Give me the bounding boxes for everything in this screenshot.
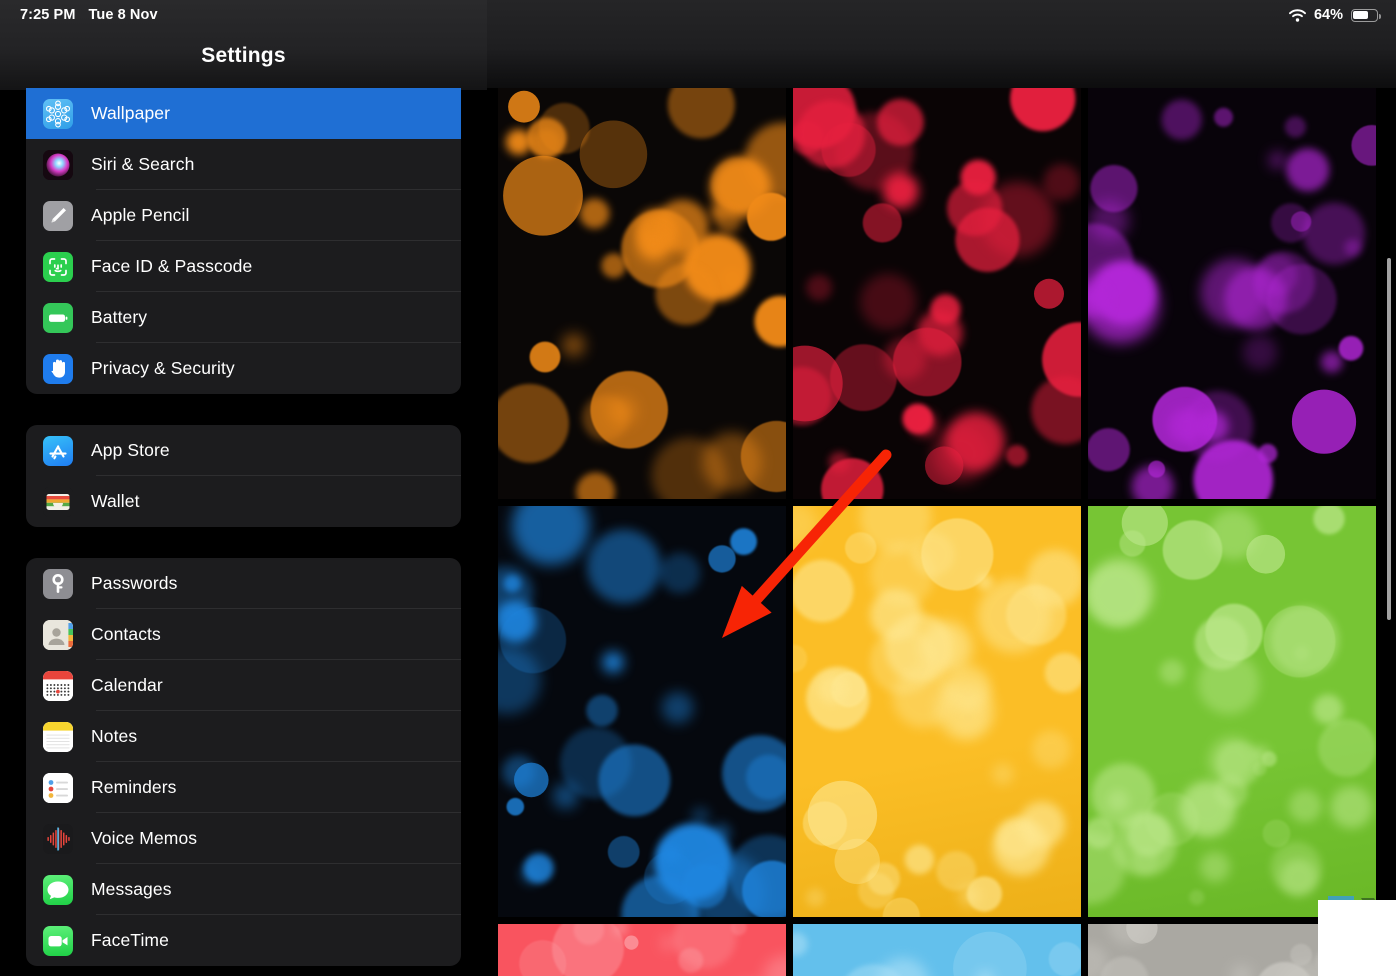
detail-navbar — [487, 0, 1396, 88]
wallpaper-thumb-dynamic-red[interactable] — [793, 88, 1081, 499]
wallpaper-detail-panel: Choose Dynamic GADGET — [487, 0, 1396, 976]
sidebar-item-label: Wallet — [91, 491, 140, 511]
apple-pencil-icon — [43, 200, 73, 231]
battery-settings-icon — [43, 302, 73, 333]
notes-icon — [43, 721, 73, 752]
wallpaper-thumb-dynamic-orange[interactable] — [498, 88, 786, 499]
wallet-icon — [43, 486, 73, 517]
sidebar-group-store-group: App Store Wallet — [26, 425, 461, 527]
sidebar-item-label: Contacts — [91, 624, 161, 644]
wallpaper-preview — [793, 88, 1081, 499]
contacts-icon — [43, 619, 73, 650]
wallpaper-preview — [793, 506, 1081, 917]
wallpaper-preview — [498, 88, 786, 499]
reminders-icon — [43, 772, 73, 803]
sidebar-item-apple-pencil[interactable]: Apple Pencil — [26, 190, 461, 241]
sidebar-item-passwords[interactable]: Passwords — [26, 558, 461, 609]
sidebar-item-voice-memos[interactable]: Voice Memos — [26, 813, 461, 864]
sidebar-item-facetime[interactable]: FaceTime — [26, 915, 461, 966]
sidebar-item-label: FaceTime — [91, 930, 169, 950]
sidebar-item-contacts[interactable]: Contacts — [26, 609, 461, 660]
wallpaper-thumb-dynamic-yellow[interactable] — [793, 506, 1081, 917]
siri-icon — [43, 149, 73, 180]
sidebar-item-label: Siri & Search — [91, 154, 195, 174]
sidebar-item-label: Notes — [91, 726, 138, 746]
sidebar-item-app-store[interactable]: App Store — [26, 425, 461, 476]
sidebar-item-label: App Store — [91, 440, 170, 460]
watermark-cover-box — [1318, 900, 1396, 976]
face-id-icon — [43, 251, 73, 282]
calendar-icon — [43, 670, 73, 701]
page-title: Settings — [201, 44, 286, 67]
wallpaper-thumb-dynamic-purple[interactable] — [1088, 88, 1376, 499]
sidebar-item-reminders[interactable]: Reminders — [26, 762, 461, 813]
sidebar-item-label: Calendar — [91, 675, 163, 695]
sidebar-item-face-id-passcode[interactable]: Face ID & Passcode — [26, 241, 461, 292]
passwords-key-icon — [43, 568, 73, 599]
sidebar-item-label: Face ID & Passcode — [91, 256, 253, 276]
sidebar-item-messages[interactable]: Messages — [26, 864, 461, 915]
sidebar-item-calendar[interactable]: Calendar — [26, 660, 461, 711]
voice-memos-icon — [43, 823, 73, 854]
wallpaper-thumb-dynamic-pink[interactable] — [498, 924, 786, 976]
sidebar-group-system-group: Wallpaper Siri & Search Apple Pencil Fac… — [26, 88, 461, 394]
sidebar-item-label: Voice Memos — [91, 828, 198, 848]
wallpaper-grid — [498, 88, 1396, 976]
sidebar-item-wallet[interactable]: Wallet — [26, 476, 461, 527]
wallpaper-preview — [498, 506, 786, 917]
sidebar-item-label: Wallpaper — [91, 103, 171, 123]
sidebar-item-battery[interactable]: Battery — [26, 292, 461, 343]
sidebar-scroll-area[interactable]: Wallpaper Siri & Search Apple Pencil Fac… — [0, 88, 487, 976]
wallpaper-preview — [1088, 506, 1376, 917]
wallpaper-thumb-dynamic-green[interactable] — [1088, 506, 1376, 917]
sidebar-item-privacy-security[interactable]: Privacy & Security — [26, 343, 461, 394]
sidebar-item-label: Messages — [91, 879, 172, 899]
sidebar-item-label: Reminders — [91, 777, 177, 797]
sidebar-item-wallpaper[interactable]: Wallpaper — [26, 88, 461, 139]
wallpaper-icon — [43, 98, 73, 129]
sidebar-item-siri-search[interactable]: Siri & Search — [26, 139, 461, 190]
sidebar-item-label: Apple Pencil — [91, 205, 190, 225]
facetime-icon — [43, 925, 73, 956]
wallpaper-thumb-dynamic-blue[interactable] — [498, 506, 786, 917]
sidebar-item-label: Passwords — [91, 573, 178, 593]
wallpaper-preview — [1088, 88, 1376, 499]
messages-icon — [43, 874, 73, 905]
wallpaper-preview — [793, 924, 1081, 976]
privacy-hand-icon — [43, 353, 73, 384]
sidebar-group-apps-group: Passwords Contacts Calendar Notes Remind… — [26, 558, 461, 966]
wallpaper-thumb-dynamic-sky[interactable] — [793, 924, 1081, 976]
sidebar-item-notes[interactable]: Notes — [26, 711, 461, 762]
sidebar-item-label: Battery — [91, 307, 148, 327]
wallpaper-preview — [498, 924, 786, 976]
app-store-icon — [43, 435, 73, 466]
sidebar-item-label: Privacy & Security — [91, 358, 235, 378]
vertical-scrollbar[interactable] — [1387, 258, 1391, 620]
settings-sidebar: Settings Wallpaper Siri & Search Apple P… — [0, 0, 487, 976]
